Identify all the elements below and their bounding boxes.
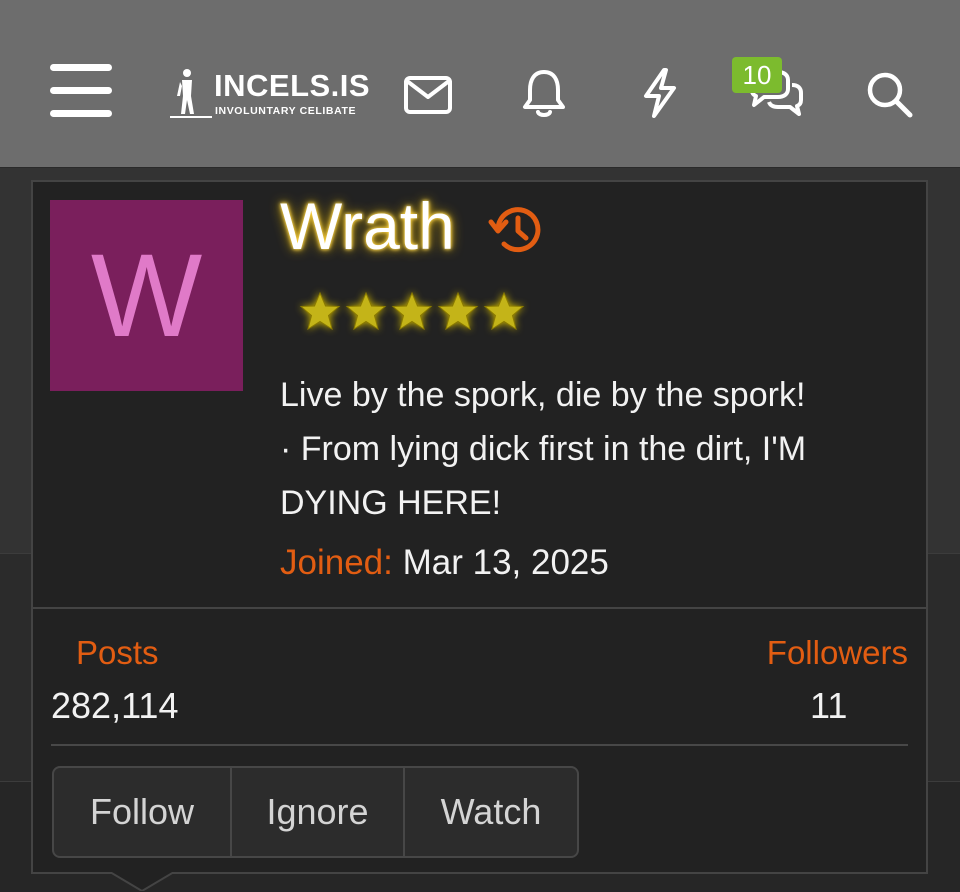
member-bio: Live by the spork, die by the spork! · F… — [280, 368, 920, 530]
joined-date: Mar 13, 2025 — [402, 543, 609, 582]
posts-count: 282,114 — [51, 685, 179, 726]
star-icon — [299, 291, 341, 331]
username[interactable]: Wrath — [280, 188, 455, 264]
bio-line: Live by the spork, die by the spork! — [280, 376, 806, 414]
member-actions: Follow Ignore Watch — [52, 766, 579, 858]
star-rating — [298, 290, 526, 334]
star-icon — [437, 291, 479, 331]
menu-icon — [50, 64, 112, 117]
bell-icon — [523, 70, 565, 117]
top-header-bar: INCELS.IS INVOLUNTARY CELIBATE 10 — [0, 0, 960, 167]
mail-icon — [404, 76, 452, 114]
star-icon — [345, 291, 387, 331]
search-icon — [867, 72, 913, 118]
logo-subtitle: INVOLUNTARY CELIBATE — [215, 105, 357, 117]
bio-line: · From lying dick first in the dirt, I'M — [280, 430, 807, 468]
logo-title: INCELS.IS — [214, 68, 371, 103]
joined-info: Joined: Mar 13, 2025 — [280, 543, 609, 583]
followers-label: Followers — [766, 634, 908, 671]
tooltip-arrow — [110, 872, 174, 891]
posts-label: Posts — [76, 634, 159, 671]
inbox-button[interactable] — [400, 70, 456, 120]
follow-button[interactable]: Follow — [54, 768, 230, 856]
bolt-icon — [644, 68, 676, 118]
star-icon — [391, 291, 433, 331]
logo-figure-icon — [170, 69, 212, 118]
followers-count: 11 — [810, 685, 848, 726]
search-button[interactable] — [858, 66, 920, 122]
bio-line: DYING HERE! — [280, 484, 502, 522]
ignore-button[interactable]: Ignore — [230, 768, 403, 856]
divider — [51, 744, 908, 746]
menu-button[interactable] — [48, 62, 114, 120]
watch-button[interactable]: Watch — [403, 768, 577, 856]
joined-label: Joined: — [280, 543, 393, 582]
alerts-button[interactable] — [516, 66, 572, 120]
divider — [33, 607, 926, 609]
site-logo[interactable]: INCELS.IS INVOLUNTARY CELIBATE — [168, 64, 373, 120]
avatar[interactable]: W — [50, 200, 243, 391]
star-icon — [483, 291, 525, 331]
history-icon — [488, 200, 548, 260]
chat-unread-badge: 10 — [732, 57, 782, 93]
whats-new-button[interactable] — [632, 66, 688, 120]
